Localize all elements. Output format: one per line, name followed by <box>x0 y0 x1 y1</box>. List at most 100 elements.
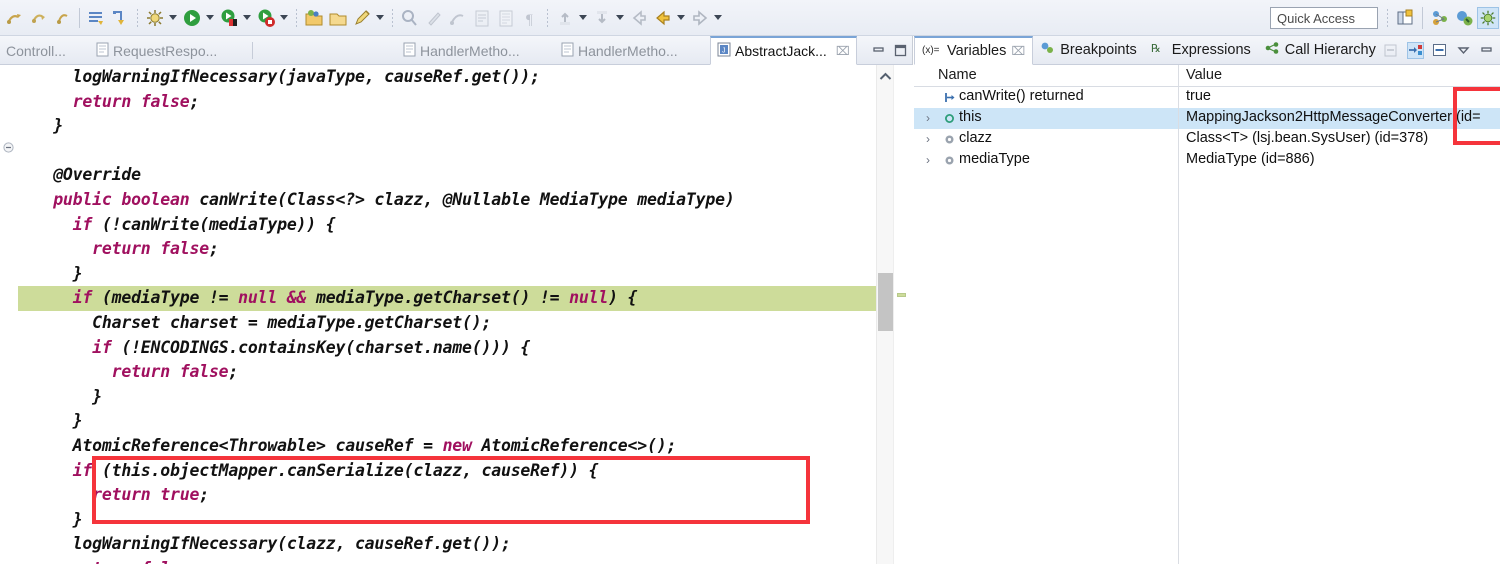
link-with-editor-icon[interactable] <box>109 7 131 29</box>
variables-empty-row[interactable] <box>914 423 1500 444</box>
editor-tab-requestresponse[interactable]: RequestRespo... <box>90 36 223 65</box>
scroll-up-icon[interactable] <box>877 65 893 87</box>
search-icon[interactable] <box>351 7 373 29</box>
java-ee-perspective-icon[interactable] <box>1453 7 1475 29</box>
back-navigation-icon[interactable] <box>628 7 650 29</box>
code-lines[interactable]: logWarningIfNecessary(javaType, causeRef… <box>18 65 876 564</box>
previous-annotation-icon[interactable] <box>554 7 576 29</box>
java-perspective-icon[interactable] <box>1429 7 1451 29</box>
chevron-down-icon[interactable] <box>675 7 686 29</box>
redo-icon[interactable] <box>52 7 74 29</box>
code-line[interactable]: return true; <box>18 483 876 508</box>
variables-empty-row[interactable] <box>914 528 1500 549</box>
minimize-icon[interactable] <box>1479 42 1496 59</box>
editor-vertical-scrollbar[interactable] <box>876 65 893 564</box>
skip-all-breakpoints-icon[interactable] <box>4 7 26 29</box>
variables-empty-row[interactable] <box>914 465 1500 486</box>
minimize-panel-icon[interactable] <box>1431 42 1448 59</box>
variables-empty-row[interactable] <box>914 486 1500 507</box>
quick-access-input[interactable]: Quick Access <box>1270 6 1378 29</box>
code-line[interactable]: if (!canWrite(mediaType)) { <box>18 213 876 238</box>
code-line[interactable]: AtomicReference<Throwable> causeRef = ne… <box>18 434 876 459</box>
pilcrow-icon[interactable]: ¶ <box>519 7 541 29</box>
coverage-icon[interactable] <box>255 7 277 29</box>
chevron-down-icon[interactable] <box>614 7 625 29</box>
variables-table-body[interactable]: canWrite() returned true › this MappingJacks… <box>914 87 1500 549</box>
code-editor[interactable]: logWarningIfNecessary(javaType, causeRef… <box>0 65 913 564</box>
run-icon[interactable] <box>181 7 203 29</box>
show-logical-structure-icon[interactable] <box>1406 41 1424 59</box>
variables-row[interactable]: › this MappingJackson2HttpMessageConverter… <box>914 108 1500 129</box>
code-line[interactable]: } <box>18 262 876 287</box>
external-tools-icon[interactable] <box>218 7 240 29</box>
code-line[interactable]: } <box>18 114 876 139</box>
variables-empty-row[interactable] <box>914 255 1500 276</box>
code-line[interactable]: return false; <box>18 360 876 385</box>
new-java-project-icon[interactable] <box>303 7 325 29</box>
editor-tab-controller[interactable]: Controll... <box>0 36 72 65</box>
editor-tab-abstractjackson[interactable]: J AbstractJack... ⌧ <box>710 36 857 65</box>
variables-empty-row[interactable] <box>914 213 1500 234</box>
chevron-down-icon[interactable] <box>577 7 588 29</box>
variables-row[interactable]: › mediaType MediaType (id=886) <box>914 150 1500 171</box>
tab-variables[interactable]: (x)= Variables ⌧ <box>914 35 1034 65</box>
editor-tab-handlermethod-2[interactable]: HandlerMetho... <box>555 36 684 65</box>
code-line[interactable]: logWarningIfNecessary(javaType, causeRef… <box>18 65 876 90</box>
code-line[interactable]: public boolean canWrite(Class<?> clazz, … <box>18 188 876 213</box>
close-icon[interactable]: ⌧ <box>1011 44 1025 58</box>
collapse-all-icon[interactable] <box>1383 42 1400 59</box>
variables-row[interactable]: › clazz Class<T> (lsj.bean.SysUser) (id=37… <box>914 129 1500 150</box>
variables-empty-row[interactable] <box>914 339 1500 360</box>
variables-empty-row[interactable] <box>914 318 1500 339</box>
code-line[interactable]: return false; <box>18 237 876 262</box>
scrollbar-thumb[interactable] <box>878 273 893 331</box>
code-line[interactable]: } <box>18 385 876 410</box>
debug-icon[interactable] <box>144 7 166 29</box>
column-header-name[interactable]: Name <box>938 67 977 83</box>
open-type-icon[interactable] <box>327 7 349 29</box>
tab-expressions[interactable]: ℞ Expressions <box>1144 36 1258 65</box>
close-icon[interactable]: ⌧ <box>836 44 850 58</box>
variables-row[interactable]: canWrite() returned true <box>914 87 1500 108</box>
variables-empty-row[interactable] <box>914 360 1500 381</box>
chevron-right-icon[interactable]: › <box>926 111 930 125</box>
code-line[interactable] <box>18 139 876 164</box>
variables-empty-row[interactable] <box>914 297 1500 318</box>
chevron-down-icon[interactable] <box>204 7 215 29</box>
forward-history-icon[interactable] <box>689 7 711 29</box>
code-line[interactable]: if (!ENCODINGS.containsKey(charset.name(… <box>18 336 876 361</box>
code-line[interactable]: } <box>18 409 876 434</box>
step-filters-icon[interactable] <box>423 7 445 29</box>
column-header-value[interactable]: Value <box>1186 67 1222 83</box>
code-line[interactable]: if (mediaType != null && mediaType.getCh… <box>18 286 876 311</box>
editor-tab-handlermethod-1[interactable]: HandlerMetho... <box>397 36 526 65</box>
chevron-down-icon[interactable] <box>374 7 385 29</box>
undo-icon[interactable] <box>28 7 50 29</box>
overview-marker[interactable] <box>897 293 906 297</box>
code-line[interactable]: logWarningIfNecessary(clazz, causeRef.ge… <box>18 532 876 557</box>
variables-empty-row[interactable] <box>914 381 1500 402</box>
fold-collapse-icon[interactable] <box>3 140 14 153</box>
open-task-icon[interactable] <box>471 7 493 29</box>
editor-gutter[interactable] <box>0 65 18 564</box>
code-line[interactable]: return false; <box>18 557 876 564</box>
variables-empty-row[interactable] <box>914 507 1500 528</box>
chevron-down-icon[interactable] <box>241 7 252 29</box>
chevron-down-icon[interactable] <box>712 7 723 29</box>
next-annotation-icon[interactable] <box>591 7 613 29</box>
variables-empty-row[interactable] <box>914 402 1500 423</box>
toggle-breakpoint-icon[interactable] <box>399 7 421 29</box>
chevron-down-icon[interactable] <box>167 7 178 29</box>
open-resource-icon[interactable] <box>495 7 517 29</box>
code-line[interactable]: return false; <box>18 90 876 115</box>
code-line[interactable]: Charset charset = mediaType.getCharset()… <box>18 311 876 336</box>
variables-empty-row[interactable] <box>914 234 1500 255</box>
debug-perspective-icon[interactable] <box>1477 6 1499 29</box>
open-perspective-icon[interactable] <box>1394 7 1416 29</box>
column-divider[interactable] <box>1178 65 1179 86</box>
terminate-icon[interactable] <box>447 7 469 29</box>
chevron-right-icon[interactable]: › <box>926 132 930 146</box>
variables-empty-row[interactable] <box>914 444 1500 465</box>
variables-empty-row[interactable] <box>914 276 1500 297</box>
editor-overview-ruler[interactable] <box>893 65 913 564</box>
